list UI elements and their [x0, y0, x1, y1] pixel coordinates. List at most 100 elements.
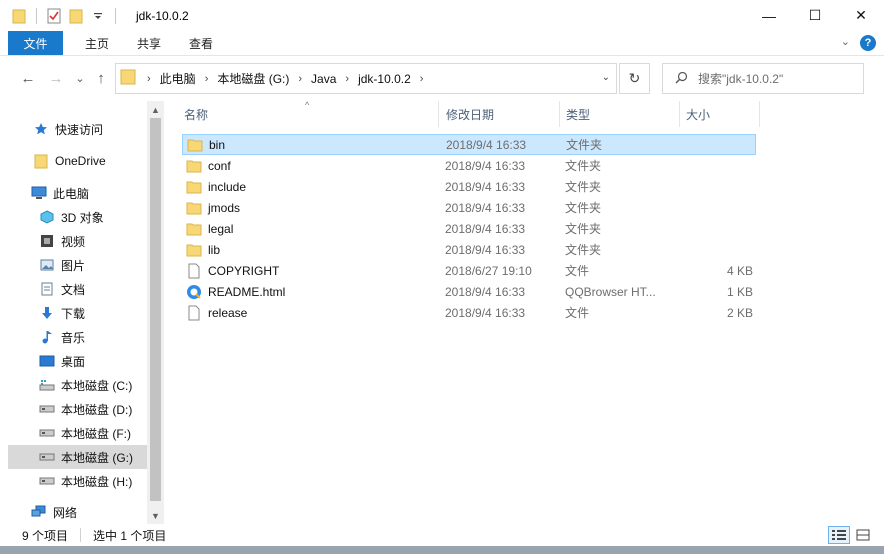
drive-icon	[38, 400, 56, 418]
column-header-date[interactable]: 修改日期	[446, 101, 494, 127]
expand-ribbon-icon[interactable]: ⌄	[841, 35, 850, 51]
sidebar-item-drive-d[interactable]: 本地磁盘 (D:)	[0, 397, 147, 421]
recent-locations-button[interactable]: ⌄	[70, 68, 90, 88]
file-row-include[interactable]: include 2018/9/4 16:33 文件夹	[182, 176, 756, 197]
tab-share[interactable]: 共享	[123, 31, 175, 55]
folder-icon	[186, 200, 202, 216]
sidebar-item-this-pc[interactable]: 此电脑	[0, 181, 147, 205]
breadcrumb-jdk[interactable]: jdk-10.0.2	[358, 72, 411, 86]
file-date: 2018/9/4 16:33	[445, 242, 526, 257]
refresh-button[interactable]: ↻	[619, 63, 650, 94]
file-name: jmods	[208, 200, 241, 215]
file-name: bin	[209, 137, 226, 152]
details-view-icon[interactable]	[828, 526, 850, 544]
file-name: README.html	[208, 284, 286, 299]
breadcrumb-drive-g[interactable]: 本地磁盘 (G:)	[217, 70, 289, 87]
file-row-release[interactable]: release 2018/9/4 16:33 文件 2 KB	[182, 302, 756, 323]
maximize-button[interactable]: ☐	[792, 0, 838, 31]
chevron-right-icon[interactable]: ›	[298, 73, 302, 85]
sidebar-item-drive-f[interactable]: 本地磁盘 (F:)	[0, 421, 147, 445]
scroll-up-arrow-icon[interactable]: ▲	[147, 101, 164, 118]
customize-toolbar-icon[interactable]	[87, 5, 109, 27]
sidebar-scrollbar[interactable]: ▲ ▼	[147, 101, 164, 524]
column-divider[interactable]	[679, 101, 680, 127]
back-button[interactable]: ←	[18, 68, 38, 88]
file-row-conf[interactable]: conf 2018/9/4 16:33 文件夹	[182, 155, 756, 176]
forward-button[interactable]: →	[46, 68, 66, 88]
folder-icon	[186, 158, 202, 174]
file-type: 文件夹	[565, 243, 602, 257]
file-row-legal[interactable]: legal 2018/9/4 16:33 文件夹	[182, 218, 756, 239]
file-row-lib[interactable]: lib 2018/9/4 16:33 文件夹	[182, 239, 756, 260]
folder-icon	[186, 179, 202, 195]
system-drive-icon	[38, 376, 56, 394]
navigation-bar: ← → ⌄ ↑ › 此电脑 › 本地磁盘 (G:) › Java › jdk-1…	[0, 56, 884, 101]
column-header-name[interactable]: 名称	[184, 101, 208, 127]
sidebar-item-music[interactable]: 音乐	[0, 325, 147, 349]
sidebar-item-drive-g[interactable]: 本地磁盘 (G:)	[8, 445, 147, 469]
chevron-right-icon[interactable]: ›	[420, 73, 424, 85]
sidebar-item-3d-objects[interactable]: 3D 对象	[0, 205, 147, 229]
column-divider[interactable]	[759, 101, 760, 127]
folder-icon[interactable]	[8, 5, 30, 27]
status-divider	[80, 528, 82, 542]
download-icon	[38, 304, 56, 322]
folder-icon	[187, 137, 203, 153]
chevron-right-icon[interactable]: ›	[345, 73, 349, 85]
file-icon	[186, 263, 202, 279]
sidebar-item-onedrive[interactable]: OneDrive	[0, 149, 147, 173]
tab-view[interactable]: 查看	[175, 31, 227, 55]
quick-access-toolbar	[0, 0, 122, 31]
properties-icon[interactable]	[43, 5, 65, 27]
file-list: ^ 名称 修改日期 类型 大小 bin 2018/9/4 16:33 文件夹 c…	[164, 100, 884, 524]
file-name: release	[208, 305, 248, 320]
breadcrumb: › 此电脑 › 本地磁盘 (G:) › Java › jdk-10.0.2 ›	[138, 70, 432, 87]
close-button[interactable]: ✕	[838, 0, 884, 31]
sidebar-item-documents[interactable]: 文档	[0, 277, 147, 301]
item-count: 9 个项目	[22, 528, 69, 543]
star-icon	[32, 120, 50, 138]
sidebar-item-pictures[interactable]: 图片	[0, 253, 147, 277]
sidebar-item-videos[interactable]: 视频	[0, 229, 147, 253]
file-name: lib	[208, 242, 221, 257]
column-divider[interactable]	[438, 101, 439, 127]
new-folder-icon[interactable]	[65, 5, 87, 27]
sidebar-item-drive-c[interactable]: 本地磁盘 (C:)	[0, 373, 147, 397]
large-icons-view-icon[interactable]	[852, 526, 874, 544]
document-icon	[38, 280, 56, 298]
file-row-copyright[interactable]: COPYRIGHT 2018/6/27 19:10 文件 4 KB	[182, 260, 756, 281]
column-header-size[interactable]: 大小	[686, 101, 710, 127]
sidebar-item-desktop[interactable]: 桌面	[0, 349, 147, 373]
up-button[interactable]: ↑	[91, 68, 111, 88]
sidebar-item-downloads[interactable]: 下载	[0, 301, 147, 325]
sidebar-item-quick-access[interactable]: 快速访问	[0, 117, 147, 141]
help-icon[interactable]: ?	[860, 35, 876, 51]
chevron-right-icon[interactable]: ›	[147, 73, 151, 85]
file-row-readme[interactable]: README.html 2018/9/4 16:33 QQBrowser HT.…	[182, 281, 756, 302]
title-bar: jdk-10.0.2 — ☐ ✕	[0, 0, 884, 31]
sidebar-item-drive-h[interactable]: 本地磁盘 (H:)	[0, 469, 147, 493]
file-row-bin[interactable]: bin 2018/9/4 16:33 文件夹	[182, 134, 756, 155]
folder-icon	[186, 221, 202, 237]
breadcrumb-this-pc[interactable]: 此电脑	[160, 70, 196, 87]
search-box[interactable]: 搜索"jdk-10.0.2"	[662, 63, 864, 94]
file-date: 2018/9/4 16:33	[445, 284, 526, 299]
tab-home[interactable]: 主页	[71, 31, 123, 55]
scroll-down-arrow-icon[interactable]: ▼	[147, 507, 164, 524]
address-history-dropdown[interactable]: ⌄	[602, 72, 610, 83]
scrollbar-thumb[interactable]	[150, 118, 161, 501]
minimize-button[interactable]: —	[746, 0, 792, 31]
picture-icon	[38, 256, 56, 274]
column-divider[interactable]	[559, 101, 560, 127]
chevron-right-icon[interactable]: ›	[205, 73, 209, 85]
column-header-type[interactable]: 类型	[566, 101, 590, 127]
tab-file[interactable]: 文件	[8, 31, 63, 55]
browser-file-icon	[186, 284, 202, 300]
drive-icon	[38, 424, 56, 442]
address-bar[interactable]: › 此电脑 › 本地磁盘 (G:) › Java › jdk-10.0.2 › …	[115, 63, 617, 94]
file-size: 1 KB	[726, 284, 753, 299]
sidebar-item-network[interactable]: 网络	[0, 500, 147, 524]
file-row-jmods[interactable]: jmods 2018/9/4 16:33 文件夹	[182, 197, 756, 218]
file-type: 文件夹	[566, 138, 603, 152]
breadcrumb-java[interactable]: Java	[311, 72, 336, 86]
